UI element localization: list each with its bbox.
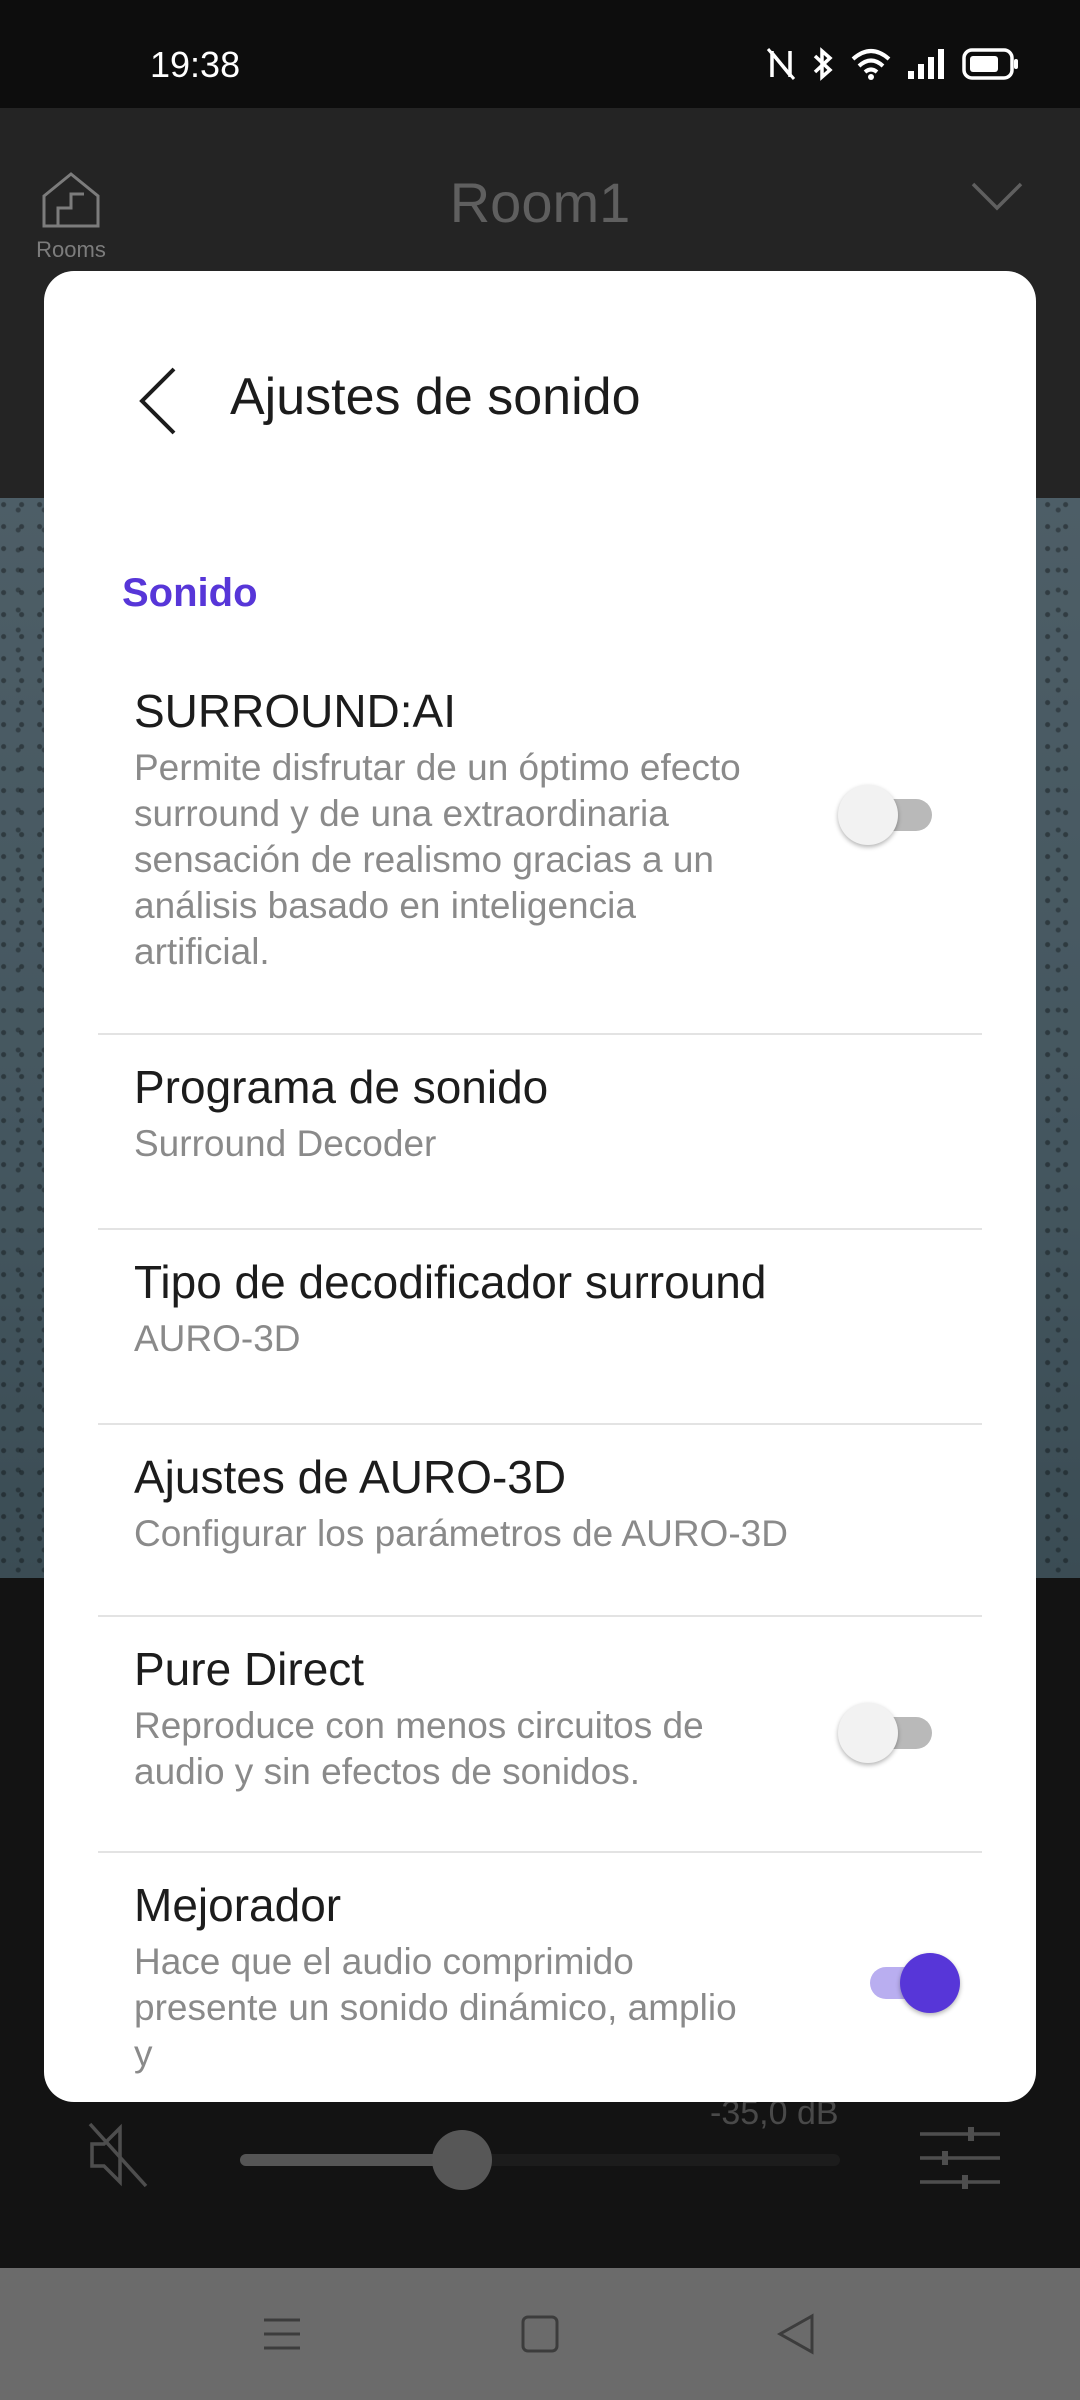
settings-list: SURROUND:AI Permite disfrutar de un ópti… (98, 659, 982, 2102)
setting-title: Pure Direct (134, 1643, 365, 1695)
setting-enhancer[interactable]: Mejorador Hace que el audio comprimido p… (98, 1853, 982, 2102)
sound-settings-dialog: Ajustes de sonido Sonido SURROUND:AI Per… (44, 271, 1036, 2102)
bluetooth-icon (813, 47, 833, 81)
back-arrow-icon[interactable] (132, 363, 188, 439)
enhancer-toggle[interactable] (860, 1951, 960, 2013)
section-header-sonido: Sonido (122, 571, 258, 615)
status-time: 19:38 (150, 44, 241, 85)
menu-icon[interactable] (262, 2308, 302, 2360)
setting-title: Ajustes de AURO-3D (134, 1451, 567, 1503)
toggle-thumb (900, 1953, 960, 2013)
dialog-title: Ajustes de sonido (230, 368, 641, 426)
home-icon[interactable] (520, 2308, 560, 2360)
setting-title: Programa de sonido (134, 1061, 549, 1113)
toggle-thumb (838, 1703, 898, 1763)
setting-sound-program[interactable]: Programa de sonido Surround Decoder (98, 1035, 982, 1230)
setting-description: Reproduce con menos circuitos de audio y… (134, 1705, 704, 1792)
setting-value: AURO-3D (134, 1318, 301, 1359)
toggle-thumb (838, 785, 898, 845)
wifi-icon (851, 49, 891, 80)
signal-icon (908, 49, 944, 79)
status-icons (766, 44, 1020, 84)
setting-description: Permite disfrutar de un óptimo efecto su… (134, 747, 741, 972)
setting-title: SURROUND:AI (134, 685, 457, 737)
system-navigation-bar (0, 2268, 1080, 2400)
back-triangle-icon[interactable] (776, 2308, 816, 2360)
setting-surround-ai[interactable]: SURROUND:AI Permite disfrutar de un ópti… (98, 659, 982, 1035)
nfc-icon (766, 48, 796, 80)
setting-auro3d[interactable]: Ajustes de AURO-3D Configurar los paráme… (98, 1425, 982, 1617)
setting-description: Hace que el audio comprimido presente un… (134, 1941, 737, 2074)
setting-value: Surround Decoder (134, 1123, 437, 1164)
surround-ai-toggle[interactable] (838, 783, 938, 845)
setting-title: Mejorador (134, 1879, 342, 1931)
setting-description: Configurar los parámetros de AURO-3D (134, 1513, 788, 1554)
status-bar: 19:38 (0, 0, 1080, 108)
setting-title: Tipo de decodificador surround (134, 1256, 767, 1308)
setting-surround-decoder-type[interactable]: Tipo de decodificador surround AURO-3D (98, 1230, 982, 1425)
setting-pure-direct[interactable]: Pure Direct Reproduce con menos circuito… (98, 1617, 982, 1853)
pure-direct-toggle[interactable] (838, 1701, 938, 1763)
battery-icon (962, 48, 1018, 80)
